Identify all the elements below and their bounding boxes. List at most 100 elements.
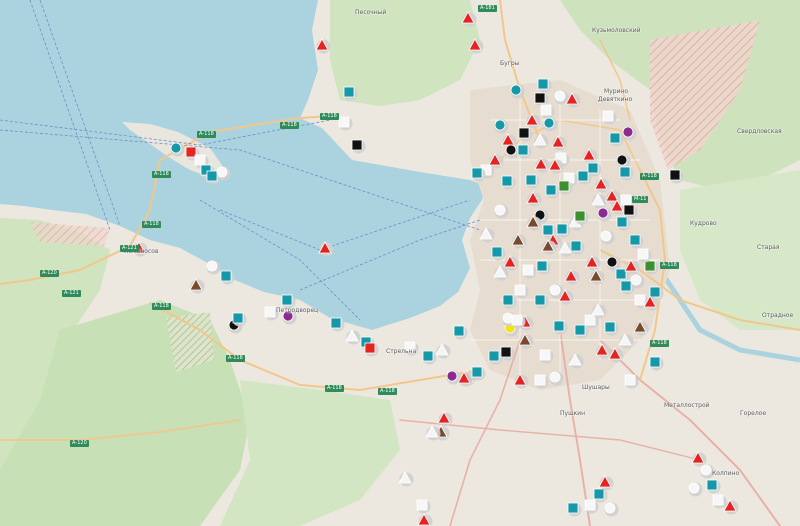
teal-circle-icon[interactable] [494,119,506,131]
black-square-icon[interactable] [669,169,681,181]
teal-square-icon[interactable] [649,356,661,368]
white-square-icon[interactable] [522,264,534,276]
white-circle-icon[interactable] [494,204,506,216]
white-circle-icon[interactable] [700,464,712,476]
green-square-icon[interactable] [558,180,570,192]
white-square-icon[interactable] [634,294,646,306]
teal-square-icon[interactable] [525,174,537,186]
white-square-icon[interactable] [540,104,552,116]
teal-square-icon[interactable] [536,260,548,272]
teal-square-icon[interactable] [616,216,628,228]
teal-square-icon[interactable] [491,246,503,258]
teal-square-icon[interactable] [281,294,293,306]
white-square-icon[interactable] [264,306,276,318]
white-circle-icon[interactable] [604,502,616,514]
teal-square-icon[interactable] [343,86,355,98]
road-shield: А-121 [62,290,81,297]
white-square-icon[interactable] [602,110,614,122]
black-circle-icon[interactable] [505,144,517,156]
white-square-icon[interactable] [416,499,428,511]
teal-circle-icon[interactable] [170,142,182,154]
white-circle-icon[interactable] [600,230,612,242]
teal-square-icon[interactable] [574,324,586,336]
road-shield: А-118 [325,385,344,392]
place-label: Горелое [740,410,767,417]
teal-square-icon[interactable] [232,312,244,324]
teal-square-icon[interactable] [706,479,718,491]
green-square-icon[interactable] [574,210,586,222]
white-square-icon[interactable] [514,284,526,296]
white-circle-icon[interactable] [554,90,566,102]
white-square-icon[interactable] [338,116,350,128]
teal-square-icon[interactable] [619,166,631,178]
teal-square-icon[interactable] [453,325,465,337]
teal-square-icon[interactable] [545,184,557,196]
white-circle-icon[interactable] [206,260,218,272]
white-circle-icon[interactable] [630,274,642,286]
teal-square-icon[interactable] [609,132,621,144]
teal-square-icon[interactable] [422,350,434,362]
black-square-icon[interactable] [351,139,363,151]
black-square-icon[interactable] [500,346,512,358]
teal-square-icon[interactable] [502,294,514,306]
white-square-icon[interactable] [511,314,523,326]
purple-circle-icon[interactable] [597,207,609,219]
place-label: Металлострой [664,402,710,409]
white-circle-icon[interactable] [549,284,561,296]
white-square-icon[interactable] [194,154,206,166]
teal-square-icon[interactable] [577,170,589,182]
road-shield: А-118 [660,262,679,269]
purple-circle-icon[interactable] [622,126,634,138]
road-shield: А-120 [40,270,59,277]
white-square-icon[interactable] [534,374,546,386]
teal-square-icon[interactable] [567,502,579,514]
black-circle-icon[interactable] [616,154,628,166]
teal-square-icon[interactable] [537,78,549,90]
teal-square-icon[interactable] [649,286,661,298]
white-circle-icon[interactable] [549,371,561,383]
teal-circle-icon[interactable] [510,84,522,96]
road-shield: А-118 [142,221,161,228]
teal-square-icon[interactable] [553,320,565,332]
teal-square-icon[interactable] [615,268,627,280]
teal-square-icon[interactable] [604,321,616,333]
black-square-icon[interactable] [623,204,635,216]
white-square-icon[interactable] [712,494,724,506]
red-square-icon[interactable] [364,342,376,354]
teal-square-icon[interactable] [517,144,529,156]
white-square-icon[interactable] [584,499,596,511]
teal-square-icon[interactable] [220,270,232,282]
green-square-icon[interactable] [644,260,656,272]
place-label: Бугры [500,60,520,67]
teal-square-icon[interactable] [629,234,641,246]
teal-square-icon[interactable] [620,280,632,292]
white-circle-icon[interactable] [688,482,700,494]
black-square-icon[interactable] [534,92,546,104]
white-circle-icon[interactable] [216,166,228,178]
teal-square-icon[interactable] [488,350,500,362]
white-square-icon[interactable] [584,314,596,326]
black-circle-icon[interactable] [606,256,618,268]
teal-square-icon[interactable] [471,167,483,179]
teal-square-icon[interactable] [556,223,568,235]
white-square-icon[interactable] [624,374,636,386]
white-square-icon[interactable] [637,248,649,260]
black-square-icon[interactable] [518,127,530,139]
map-view[interactable]: Песочный Кузьмоловский Бугры Девяткино Мурин… [0,0,800,526]
purple-circle-icon[interactable] [446,370,458,382]
teal-square-icon[interactable] [570,240,582,252]
road-shield: А-118 [226,355,245,362]
teal-square-icon[interactable] [501,175,513,187]
red-square-icon[interactable] [185,146,197,158]
white-square-icon[interactable] [620,194,632,206]
white-square-icon[interactable] [539,349,551,361]
teal-square-icon[interactable] [534,294,546,306]
teal-circle-icon[interactable] [543,117,555,129]
teal-square-icon[interactable] [471,366,483,378]
place-label: Девяткино [598,96,633,103]
teal-square-icon[interactable] [206,170,218,182]
teal-square-icon[interactable] [542,224,554,236]
teal-square-icon[interactable] [593,488,605,500]
teal-square-icon[interactable] [330,317,342,329]
teal-square-icon[interactable] [587,162,599,174]
